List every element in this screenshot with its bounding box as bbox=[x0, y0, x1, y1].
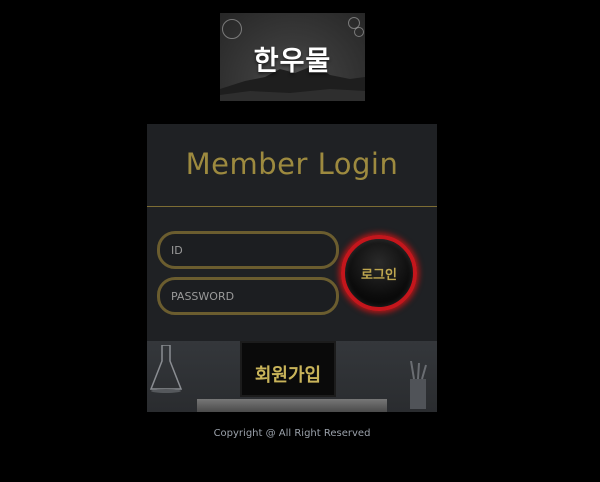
logo-text: 한우물 bbox=[253, 46, 332, 77]
bubble-decoration bbox=[354, 27, 364, 37]
site-logo[interactable]: 한우물 bbox=[220, 13, 365, 101]
login-title: Member Login bbox=[185, 147, 399, 181]
title-divider bbox=[147, 206, 437, 207]
laptop-decoration bbox=[197, 399, 387, 412]
id-field bbox=[157, 231, 339, 269]
id-input[interactable] bbox=[160, 234, 336, 266]
login-button-label: 로그인 bbox=[361, 267, 397, 283]
join-button[interactable]: 회원가입 bbox=[147, 341, 437, 412]
bubble-decoration bbox=[222, 19, 242, 39]
password-input[interactable] bbox=[160, 280, 336, 312]
login-page: 한우물 Member Login 로그인 회원가입 Copyright @ Al… bbox=[0, 0, 600, 482]
copyright-text: Copyright @ All Right Reserved bbox=[213, 428, 371, 439]
password-field bbox=[157, 277, 339, 315]
flask-decoration bbox=[149, 345, 183, 393]
login-button[interactable]: 로그인 bbox=[341, 235, 417, 311]
pen-cup-decoration bbox=[410, 361, 427, 409]
join-button-label: 회원가입 bbox=[254, 365, 322, 386]
